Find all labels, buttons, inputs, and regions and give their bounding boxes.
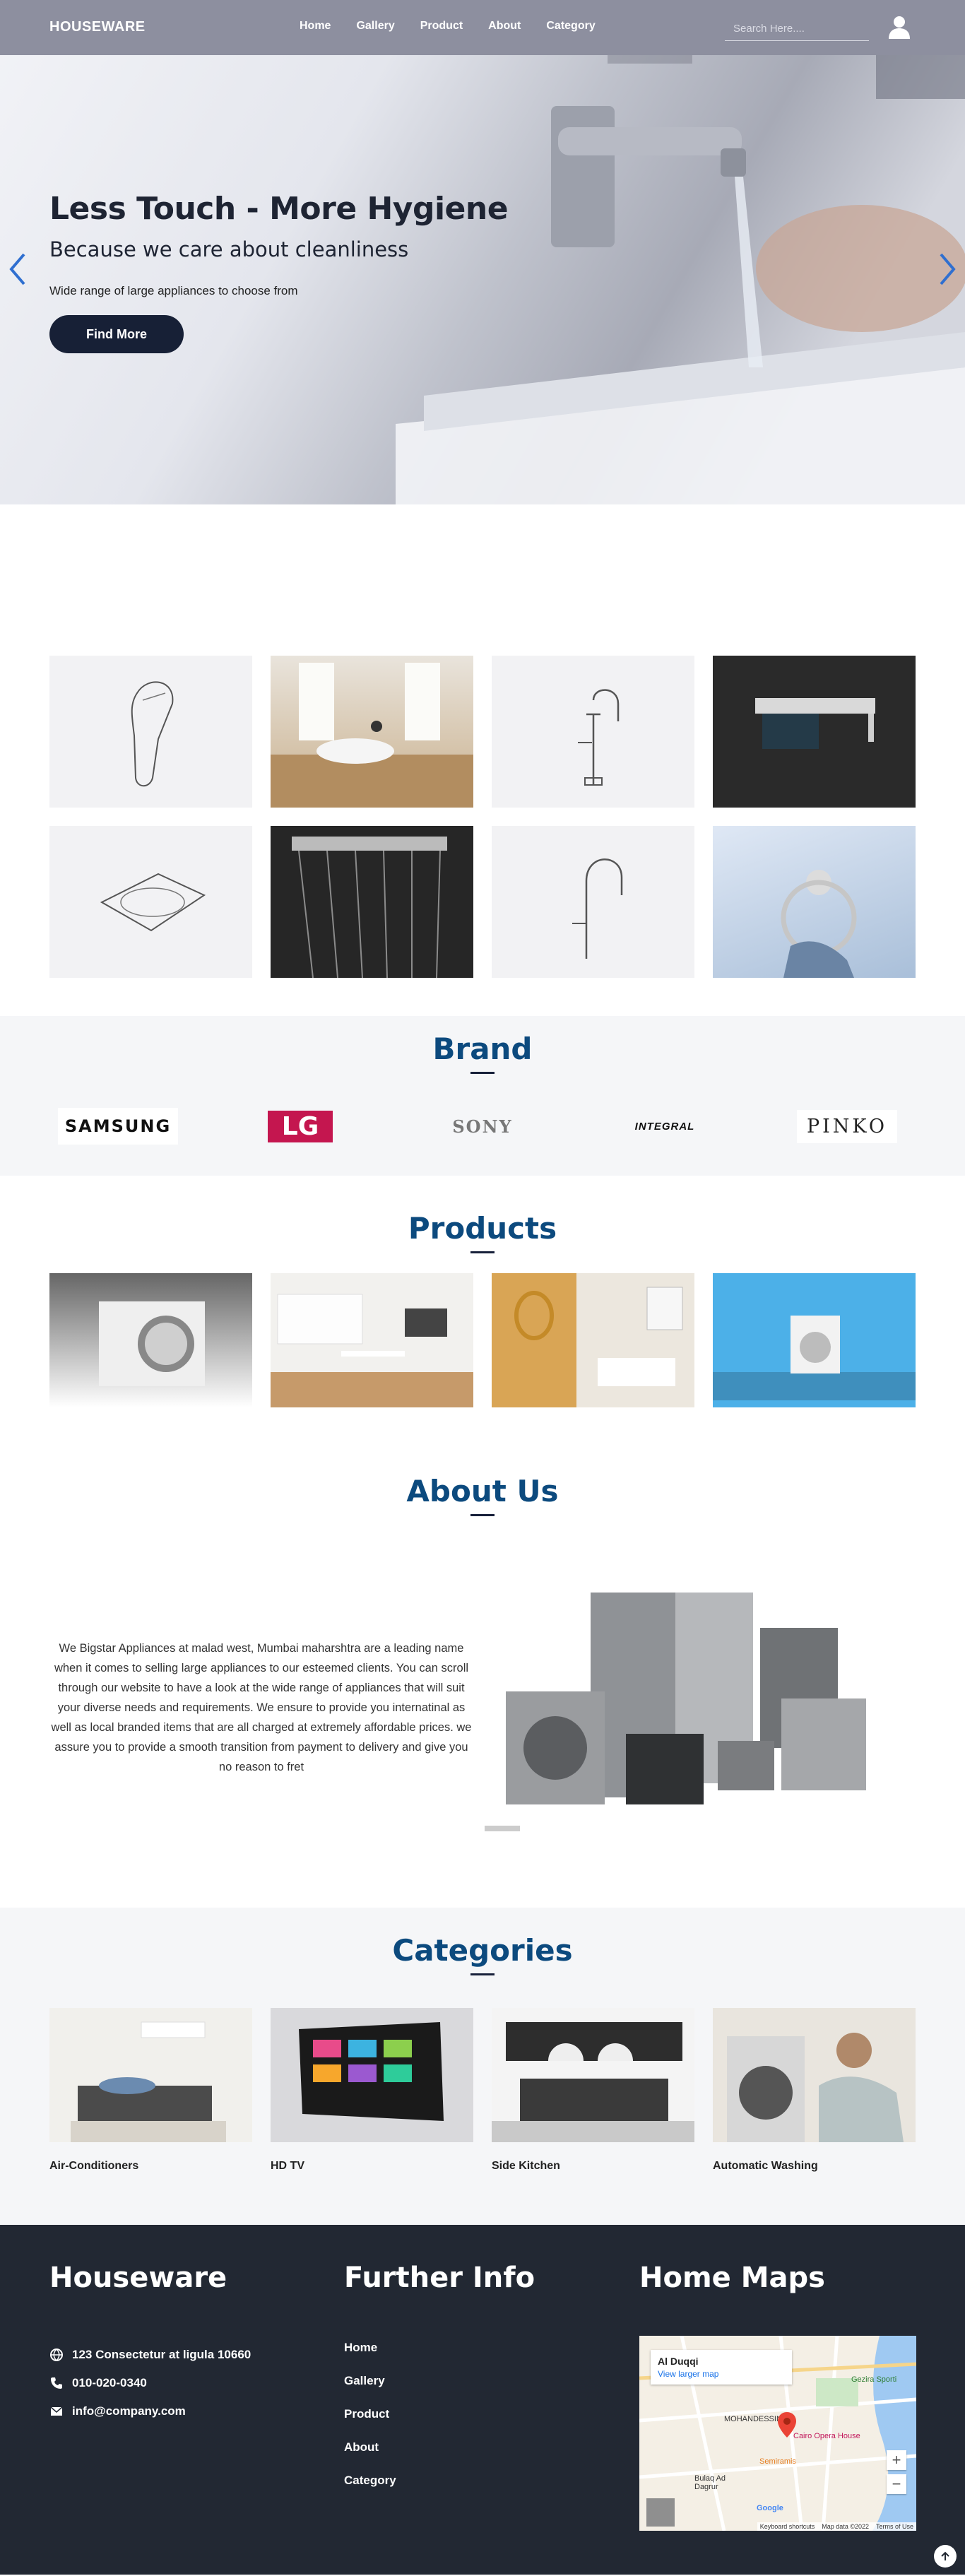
- nav-category[interactable]: Category: [546, 20, 595, 33]
- category-card[interactable]: Automatic Washing: [713, 2008, 916, 2173]
- product-kitchen[interactable]: [271, 1273, 473, 1407]
- arrow-up-icon: [941, 2551, 949, 2560]
- gallery-section: [0, 504, 965, 1016]
- gallery-tap-lineart[interactable]: [492, 656, 694, 808]
- product-ac-unit[interactable]: [49, 1273, 252, 1407]
- phone-row: 010-020-0340: [49, 2369, 251, 2397]
- about-appliances-image: [485, 1578, 910, 1837]
- search-input[interactable]: [725, 17, 869, 41]
- product-washer[interactable]: [713, 1273, 916, 1407]
- footer-link-about[interactable]: About: [344, 2440, 396, 2474]
- category-washing-image: [713, 2008, 916, 2142]
- brand-integral-logo[interactable]: INTEGRAL: [574, 1105, 756, 1147]
- nav-product[interactable]: Product: [420, 20, 463, 33]
- map-label: Bulaq Ad Dagrur: [694, 2474, 726, 2491]
- category-ac-image: [49, 2008, 252, 2142]
- find-more-button[interactable]: Find More: [49, 315, 184, 353]
- brand-sony-logo[interactable]: SONY: [391, 1105, 574, 1147]
- envelope-icon: [50, 2406, 63, 2416]
- nav-menu: Home Gallery Product About Category: [300, 20, 596, 33]
- map-zoom-in-button[interactable]: +: [887, 2450, 906, 2470]
- view-larger-map-link[interactable]: View larger map: [658, 2369, 785, 2379]
- hero-title: Less Touch - More Hygiene: [49, 191, 509, 227]
- products-section: Products: [0, 1176, 965, 1467]
- brand-lg-logo[interactable]: LG: [209, 1105, 391, 1147]
- map-terms-link[interactable]: Terms of Use: [876, 2523, 913, 2530]
- map-label: Gezira Sporti: [851, 2375, 897, 2384]
- nav-home[interactable]: Home: [300, 20, 331, 33]
- map-zoom-out-button[interactable]: −: [887, 2474, 906, 2494]
- footer-links: Home Gallery Product About Category: [344, 2341, 396, 2507]
- user-icon[interactable]: [886, 13, 913, 40]
- categories-heading: Categories: [0, 1933, 965, 1975]
- globe-icon: [50, 2348, 63, 2362]
- category-card[interactable]: Side Kitchen: [492, 2008, 694, 2173]
- footer-maps-title: Home Maps: [639, 2262, 825, 2294]
- phone-icon: [51, 2377, 62, 2389]
- product-bathroom[interactable]: [492, 1273, 694, 1407]
- about-text: We Bigstar Appliances at malad west, Mum…: [51, 1642, 472, 1773]
- footer-further-info-title: Further Info: [344, 2262, 535, 2294]
- about-heading: About Us: [0, 1474, 965, 1516]
- gallery-basin-lineart[interactable]: [49, 826, 252, 978]
- carousel-next-icon[interactable]: [937, 252, 958, 287]
- site-logo[interactable]: HOUSEWARE: [49, 19, 146, 35]
- footer-contact: 123 Consectetur at ligula 10660 010-020-…: [49, 2341, 251, 2426]
- footer: Houseware Further Info Home Maps 123 Con…: [0, 2225, 965, 2575]
- footer-link-product[interactable]: Product: [344, 2407, 396, 2440]
- category-label: Side Kitchen: [492, 2160, 560, 2172]
- products-heading: Products: [0, 1211, 965, 1253]
- footer-link-home[interactable]: Home: [344, 2341, 396, 2374]
- hero-carousel: Less Touch - More Hygiene Because we car…: [0, 0, 965, 504]
- map-place-card: Al Duqqi View larger map: [651, 2350, 792, 2385]
- email-text[interactable]: info@company.com: [72, 2404, 186, 2418]
- brand-section: Brand SAMSUNG LG SONY INTEGRAL PINKO: [0, 1016, 965, 1176]
- hero-text: Wide range of large appliances to choose…: [49, 284, 298, 297]
- brand-samsung-logo[interactable]: SAMSUNG: [27, 1105, 209, 1147]
- map-place-name: Al Duqqi: [658, 2356, 699, 2367]
- about-section: About Us We Bigstar Appliances at malad …: [0, 1467, 965, 1908]
- phone-text[interactable]: 010-020-0340: [72, 2376, 147, 2390]
- hero-subtitle: Because we care about cleanliness: [49, 237, 409, 261]
- map-pin-icon: [778, 2412, 796, 2438]
- map-keyboard-shortcuts[interactable]: Keyboard shortcuts: [760, 2523, 815, 2530]
- carousel-prev-icon[interactable]: [7, 252, 28, 287]
- gallery-towel-ring[interactable]: [713, 826, 916, 978]
- footer-link-category[interactable]: Category: [344, 2474, 396, 2507]
- top-navbar: HOUSEWARE Home Gallery Product About Cat…: [0, 0, 965, 55]
- category-tv-image: [271, 2008, 473, 2142]
- back-to-top-button[interactable]: [934, 2545, 957, 2568]
- map-label: Cairo Opera House: [793, 2432, 860, 2440]
- map-data-credit: Map data ©2022: [822, 2523, 869, 2530]
- nav-gallery[interactable]: Gallery: [356, 20, 394, 33]
- category-card[interactable]: HD TV: [271, 2008, 473, 2173]
- map-attribution: Keyboard shortcuts Map data ©2022 Terms …: [757, 2522, 916, 2531]
- gallery-rain-shower[interactable]: [271, 826, 473, 978]
- gallery-towel-rack[interactable]: [713, 656, 916, 808]
- google-logo: Google: [757, 2504, 783, 2512]
- category-label: Air-Conditioners: [49, 2160, 139, 2172]
- category-card[interactable]: Air-Conditioners: [49, 2008, 252, 2173]
- brand-pinko-logo[interactable]: PINKO: [756, 1105, 938, 1147]
- category-label: Automatic Washing: [713, 2160, 818, 2172]
- categories-section: Categories Air-Conditioners HD TV Side K…: [0, 1908, 965, 2225]
- map-label: Semiramis: [759, 2457, 796, 2466]
- footer-link-gallery[interactable]: Gallery: [344, 2374, 396, 2407]
- gallery-shower-head[interactable]: [49, 656, 252, 808]
- address-text: 123 Consectetur at ligula 10660: [72, 2348, 251, 2361]
- gallery-bathroom-room[interactable]: [271, 656, 473, 808]
- email-row: info@company.com: [49, 2397, 251, 2426]
- category-kitchen-image: [492, 2008, 694, 2142]
- nav-about[interactable]: About: [488, 20, 521, 33]
- address-row: 123 Consectetur at ligula 10660: [49, 2341, 251, 2369]
- gallery-faucet-lineart[interactable]: [492, 826, 694, 978]
- embedded-map[interactable]: Al Duqqi View larger map MOHANDESSIN Bul…: [639, 2336, 916, 2531]
- map-label: MOHANDESSIN: [724, 2415, 782, 2423]
- footer-brand-title: Houseware: [49, 2262, 227, 2294]
- brand-heading: Brand: [0, 1032, 965, 1074]
- category-label: HD TV: [271, 2160, 304, 2172]
